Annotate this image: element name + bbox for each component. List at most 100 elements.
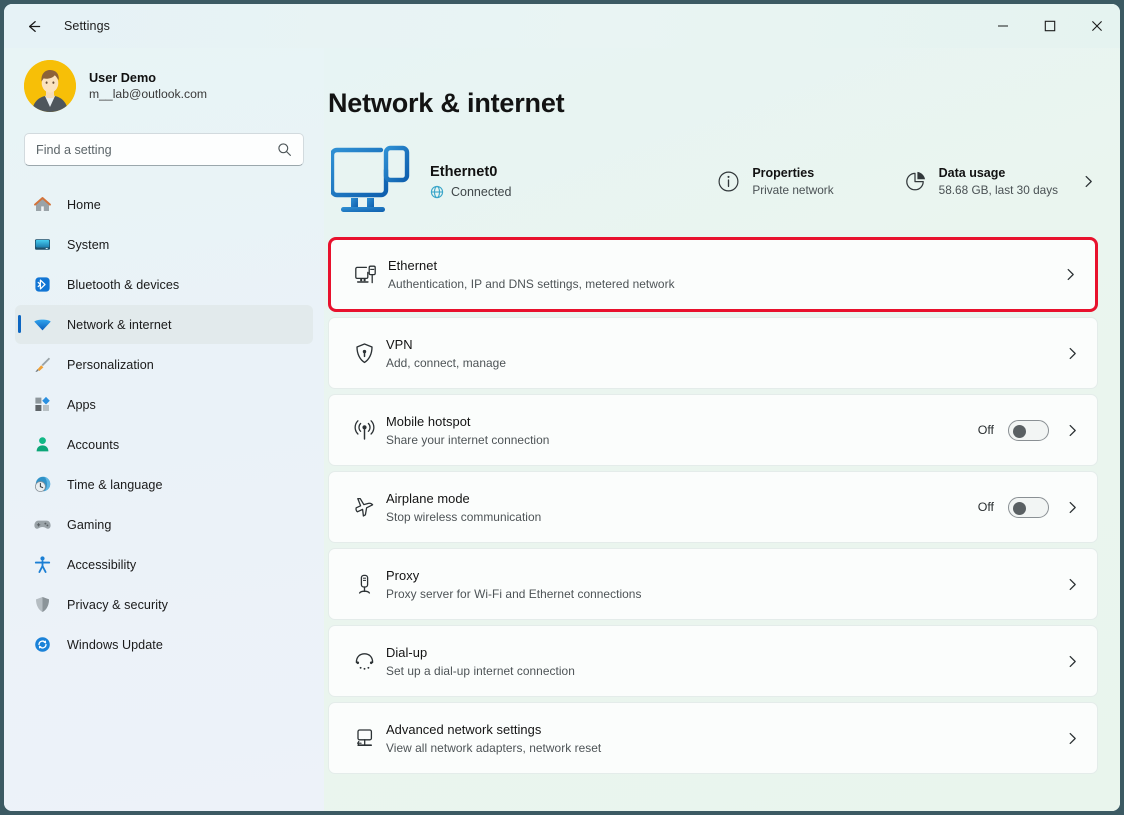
gamepad-icon (33, 515, 52, 534)
row-trailing (1061, 267, 1078, 282)
chevron-right-icon[interactable] (1063, 654, 1080, 669)
app-title: Settings (64, 19, 110, 33)
sidebar-item-label: Apps (67, 397, 96, 412)
sidebar-item-label: Personalization (67, 357, 154, 372)
shield-icon (33, 595, 52, 614)
sidebar-item-apps[interactable]: Apps (15, 385, 313, 424)
back-button[interactable] (10, 4, 56, 48)
maximize-icon (1044, 20, 1055, 32)
connection-status-panel: Ethernet0 Connected Properties Private n… (328, 119, 1098, 225)
sidebar-item-personalization[interactable]: Personalization (15, 345, 313, 384)
settings-row-ethernet[interactable]: Ethernet Authentication, IP and DNS sett… (328, 237, 1098, 312)
dialup-phone-icon (342, 649, 386, 674)
sidebar-item-accounts[interactable]: Accounts (15, 425, 313, 464)
data-usage-subtitle: 58.68 GB, last 30 days (938, 182, 1058, 197)
home-icon (33, 195, 52, 214)
row-subtitle: Proxy server for Wi-Fi and Ethernet conn… (386, 586, 642, 601)
account-text: User Demo m__lab@outlook.com (89, 71, 207, 101)
row-subtitle: Share your internet connection (386, 432, 550, 447)
chevron-right-icon[interactable] (1063, 423, 1080, 438)
chevron-right-icon[interactable] (1063, 346, 1080, 361)
data-usage-action[interactable]: Data usage 58.68 GB, last 30 days (895, 159, 1067, 204)
advanced-network-icon (342, 726, 386, 751)
sidebar-item-accessibility[interactable]: Accessibility (15, 545, 313, 584)
airplane-mode-toggle[interactable] (1008, 496, 1049, 518)
sidebar-item-network-internet[interactable]: Network & internet (15, 305, 313, 344)
account-block[interactable]: User Demo m__lab@outlook.com (15, 48, 313, 112)
search-input[interactable] (36, 142, 277, 157)
data-usage-title: Data usage (938, 165, 1006, 180)
sidebar-item-label: Privacy & security (67, 597, 168, 612)
settings-row-proxy[interactable]: Proxy Proxy server for Wi-Fi and Etherne… (328, 548, 1098, 620)
sidebar-item-gaming[interactable]: Gaming (15, 505, 313, 544)
properties-action[interactable]: Properties Private network (708, 159, 842, 204)
row-trailing: Off (977, 496, 1080, 518)
system-monitor-icon (33, 235, 52, 254)
settings-row-dial-up[interactable]: Dial-up Set up a dial-up internet connec… (328, 625, 1098, 697)
row-title: Ethernet (388, 258, 438, 273)
search-wrapper (15, 112, 313, 166)
sidebar: User Demo m__lab@outlook.com Find a sett… (4, 48, 324, 811)
settings-row-airplane-mode[interactable]: Airplane mode Stop wireless communicatio… (328, 471, 1098, 543)
row-subtitle: Authentication, IP and DNS settings, met… (388, 277, 675, 291)
toggle-state-label: Off (977, 423, 994, 437)
proxy-server-icon (342, 572, 386, 597)
row-trailing (1063, 577, 1080, 592)
row-trailing (1063, 346, 1080, 361)
status-chevron-button[interactable] (1067, 174, 1098, 189)
adapter-name: Ethernet0 (430, 163, 498, 180)
paintbrush-icon (33, 355, 52, 374)
sidebar-item-label: Accounts (67, 437, 120, 452)
row-title: Advanced network settings (386, 721, 542, 737)
minimize-icon (997, 25, 1008, 27)
row-trailing (1063, 654, 1080, 669)
row-trailing (1063, 731, 1080, 746)
mobile-hotspot-toggle[interactable] (1008, 419, 1049, 441)
sidebar-item-bluetooth[interactable]: Bluetooth & devices (15, 265, 313, 304)
vpn-shield-icon (342, 341, 386, 366)
status-actions: Properties Private network Data usage 58… (708, 159, 1098, 204)
update-refresh-icon (33, 635, 52, 654)
row-subtitle: Add, connect, manage (386, 355, 506, 370)
sidebar-item-label: System (67, 237, 110, 252)
close-icon (1091, 21, 1102, 31)
airplane-icon (342, 495, 386, 520)
sidebar-item-label: Bluetooth & devices (67, 277, 180, 292)
search-box[interactable] (24, 133, 304, 166)
ethernet-monitor-icon (328, 142, 424, 220)
sidebar-item-system[interactable]: System (15, 225, 313, 264)
sidebar-item-windows-update[interactable]: Windows Update (15, 625, 313, 664)
accessibility-person-icon (33, 555, 52, 574)
minimize-button[interactable] (979, 4, 1026, 48)
row-title: Mobile hotspot (386, 413, 471, 429)
toggle-state-label: Off (977, 500, 994, 514)
connection-state-label: Connected (451, 184, 512, 199)
sidebar-item-label: Time & language (67, 477, 163, 492)
maximize-button[interactable] (1026, 4, 1073, 48)
sidebar-item-privacy-security[interactable]: Privacy & security (15, 585, 313, 624)
sidebar-nav: Home System Bluetooth & devices Network … (15, 185, 313, 664)
connection-text: Ethernet0 Connected (424, 164, 511, 199)
bottom-spacer (328, 774, 1098, 811)
settings-row-vpn[interactable]: VPN Add, connect, manage (328, 317, 1098, 389)
sidebar-item-home[interactable]: Home (15, 185, 313, 224)
settings-row-mobile-hotspot[interactable]: Mobile hotspot Share your internet conne… (328, 394, 1098, 466)
chevron-right-icon[interactable] (1063, 577, 1080, 592)
row-subtitle: Stop wireless communication (386, 509, 542, 524)
close-button[interactable] (1073, 4, 1120, 48)
sidebar-item-label: Gaming (67, 517, 112, 532)
settings-list: Ethernet Authentication, IP and DNS sett… (328, 225, 1098, 774)
chevron-right-icon[interactable] (1061, 267, 1078, 282)
properties-subtitle: Private network (752, 182, 834, 197)
settings-row-advanced-network-settings[interactable]: Advanced network settings View all netwo… (328, 702, 1098, 774)
chevron-right-icon[interactable] (1063, 500, 1080, 515)
connection-state: Connected (430, 185, 511, 199)
title-bar: Settings (4, 4, 1120, 48)
sidebar-item-label: Accessibility (67, 557, 137, 572)
properties-title: Properties (752, 165, 815, 180)
row-subtitle: Set up a dial-up internet connection (386, 663, 575, 678)
sidebar-item-time-language[interactable]: Time & language (15, 465, 313, 504)
ethernet-port-icon (344, 262, 388, 287)
chevron-right-icon[interactable] (1063, 731, 1080, 746)
row-title: VPN (386, 336, 413, 352)
